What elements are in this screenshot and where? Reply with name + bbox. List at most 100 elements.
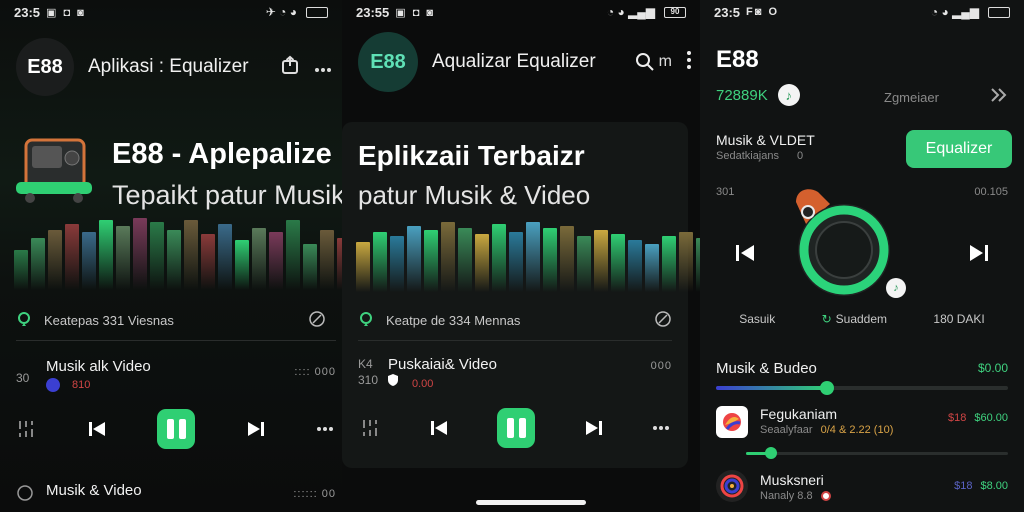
equalizer-bar — [82, 232, 96, 290]
notification-icons: ▣ ◘ ◙ — [46, 6, 86, 19]
equalizer-bar — [509, 232, 523, 292]
equalizer-bar — [235, 240, 249, 290]
app-logo[interactable]: E88 — [358, 32, 418, 92]
track-thumbnail-icon — [46, 378, 60, 392]
item-price: $60.00 — [974, 412, 1008, 424]
equalizer-icon[interactable] — [360, 418, 380, 438]
pause-button[interactable] — [157, 409, 195, 449]
next-icon[interactable] — [246, 419, 266, 439]
equalizer-bar — [14, 250, 28, 290]
track-title: Musik & Video — [46, 482, 142, 499]
equalizer-bar — [407, 226, 421, 292]
progress-title: Musik & Budeo — [716, 360, 817, 377]
previous-icon[interactable] — [429, 418, 449, 438]
meta-text: Keatepas 331 Viesnas — [44, 313, 174, 328]
equalizer-bar — [679, 232, 693, 292]
track-meta: :::::: 00 — [293, 488, 336, 500]
item-price: $8.00 — [980, 480, 1008, 492]
previous-icon[interactable] — [734, 242, 756, 269]
player-controls — [16, 409, 334, 449]
page-title: Aplikasi : Equalizer — [88, 56, 249, 77]
equalizer-bar — [475, 234, 489, 292]
more-icon[interactable] — [652, 425, 670, 431]
track-meta: :::: 000 — [294, 366, 336, 378]
edit-icon[interactable] — [308, 310, 326, 331]
equalizer-visual — [356, 220, 700, 292]
track-row[interactable]: 30 Musik alk Video 810 :::: 000 — [16, 358, 336, 392]
item-progress-thumb[interactable] — [765, 447, 778, 459]
equalizer-bar — [286, 220, 300, 290]
track-row[interactable]: K4 310 Puskaiai& Video 0.00 000 — [358, 356, 672, 391]
more-icon[interactable] — [314, 57, 332, 78]
phone-screen-3: 23:5 F◙ O ◔ ◕ ▂▄▆ E88 72889K ♪ Zgmeiaer … — [700, 0, 1024, 512]
equalizer-bar — [458, 228, 472, 292]
page-title: Aqualizar Equalizer — [432, 51, 596, 72]
progress-track[interactable] — [716, 381, 1008, 395]
equalizer-bar — [31, 238, 45, 290]
item-sub: Seaalyfaar — [760, 424, 813, 436]
app-logo[interactable]: E88 — [16, 38, 74, 96]
more-icon[interactable] — [316, 426, 334, 432]
item-title: Musksneri — [760, 472, 824, 488]
equalizer-bar — [441, 222, 455, 292]
app-icon — [716, 470, 748, 502]
battery-icon — [306, 6, 328, 18]
mode-option[interactable]: 180 DAKI — [933, 312, 984, 326]
equalizer-bar — [373, 232, 387, 292]
track-number-2: 310 — [358, 373, 379, 387]
equalizer-bar — [116, 226, 130, 290]
location-icon — [16, 311, 32, 330]
mode-option[interactable]: ↻ Suaddem — [822, 312, 887, 326]
equalizer-button[interactable]: Equalizer — [906, 130, 1012, 168]
volume-dial[interactable] — [786, 184, 898, 309]
mode-option[interactable]: Sasuik — [739, 312, 775, 326]
phone-screen-1: 23:5 ▣ ◘ ◙ ✈ ◔ ◕ E88 Aplikasi : Equalize… — [0, 0, 342, 512]
speaker-illustration-icon — [14, 136, 94, 211]
progress-fill — [716, 386, 827, 390]
battery-icon: 90 — [664, 6, 686, 18]
equalizer-icon[interactable] — [16, 419, 36, 439]
equalizer-bar — [424, 230, 438, 292]
item-badges: 0/4 & 2.22 (10) — [820, 424, 894, 436]
location-icon — [358, 311, 374, 330]
equalizer-bar — [303, 244, 317, 290]
equalizer-visual — [14, 218, 342, 290]
previous-icon[interactable] — [87, 419, 107, 439]
equalizer-bar — [184, 220, 198, 290]
meta-text: Keatpe de 334 Mennas — [386, 313, 521, 328]
meta-row: Keatepas 331 Viesnas — [16, 310, 332, 331]
next-icon[interactable] — [968, 242, 990, 269]
skip-forward-icon[interactable] — [990, 88, 1008, 107]
track-number: 30 — [16, 371, 30, 385]
search-icon[interactable]: m — [635, 52, 672, 72]
player-controls — [360, 408, 670, 448]
search-suffix: m — [658, 53, 672, 70]
music-note-icon[interactable]: ♪ — [777, 84, 800, 106]
app-bar: E88 Aqualizar Equalizer m — [358, 32, 692, 92]
progress-thumb[interactable] — [819, 381, 834, 395]
item-progress-track[interactable] — [746, 447, 1008, 459]
hero-subtitle: patur Musik & Video — [358, 180, 591, 210]
equalizer-bar — [628, 240, 642, 292]
track-icon — [16, 484, 46, 506]
more-vertical-icon[interactable] — [686, 50, 692, 75]
app-logo[interactable]: E88 — [716, 46, 759, 74]
stats-label: Zgmeiaer — [884, 90, 939, 105]
mode-row: Sasuik ↻ Suaddem 180 DAKI — [716, 312, 1008, 326]
next-icon[interactable] — [584, 418, 604, 438]
dial-badge-icon: ♪ — [886, 278, 906, 298]
equalizer-bar — [48, 230, 62, 290]
shield-icon — [388, 373, 398, 391]
pause-button[interactable] — [497, 408, 535, 448]
share-icon[interactable] — [280, 55, 300, 80]
equalizer-bar — [269, 232, 283, 290]
equalizer-bar — [577, 236, 591, 292]
divider — [16, 340, 336, 341]
equalizer-bar — [218, 224, 232, 290]
edit-icon[interactable] — [654, 310, 672, 331]
list-item[interactable]: Musksneri Nanaly 8.8 $18 $8.00 — [716, 470, 1008, 510]
list-item[interactable]: Fegukaniam Seaalyfaar 0/4 & 2.22 (10) $1… — [716, 406, 1008, 446]
equalizer-bar — [133, 218, 147, 290]
track-row[interactable]: Musik & Video :::::: 00 — [16, 482, 336, 506]
equalizer-bar — [167, 230, 181, 290]
